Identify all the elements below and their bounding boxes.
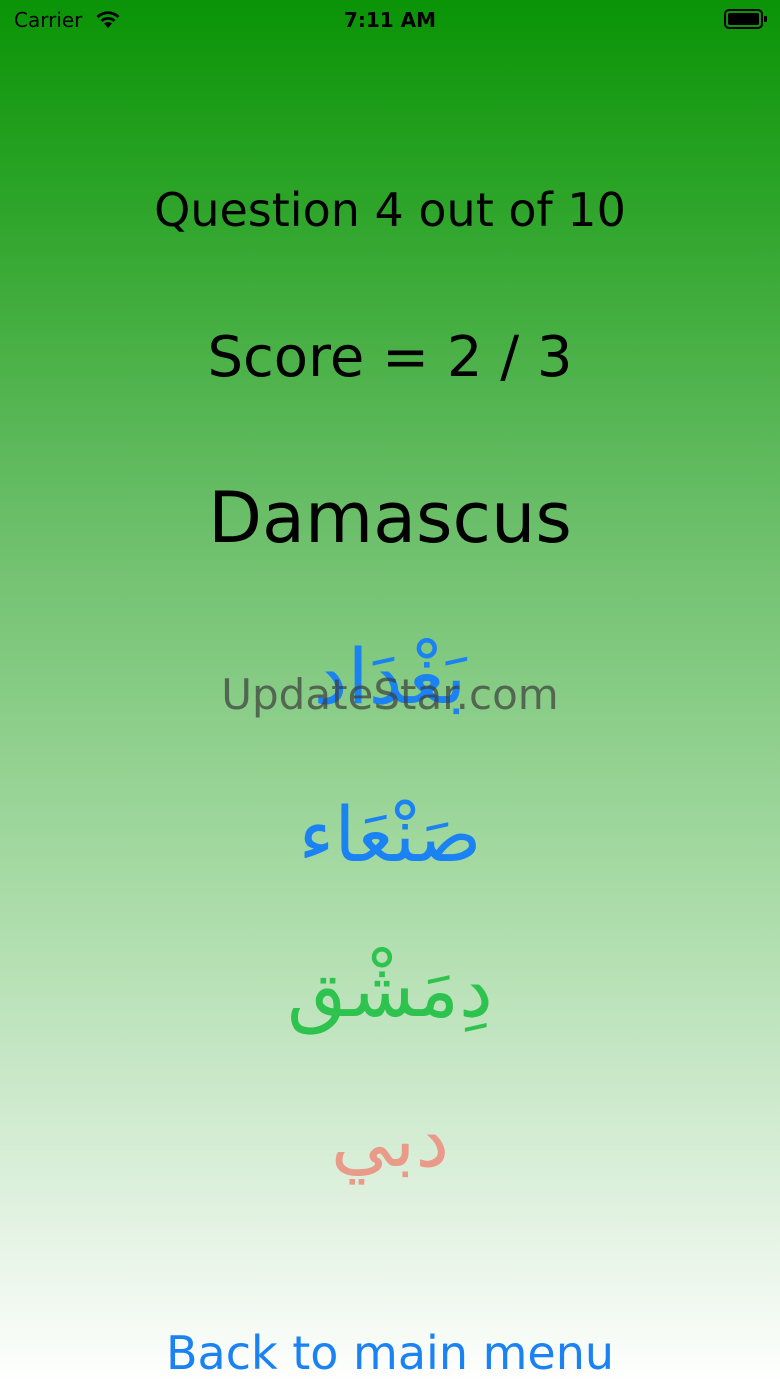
question-progress: Question 4 out of 10 <box>154 183 626 237</box>
status-bar: Carrier 7:11 AM <box>0 0 780 40</box>
answer-option-sanaa[interactable]: صَنْعَاء <box>190 780 590 890</box>
answer-option-dubai[interactable]: دبي <box>190 1085 590 1195</box>
back-to-main-menu-button[interactable]: Back to main menu <box>0 1326 780 1380</box>
city-name: Damascus <box>208 477 572 559</box>
score-label: Score = 2 / 3 <box>207 325 573 390</box>
answer-option-baghdad[interactable]: بَغْدَاد <box>190 622 590 732</box>
battery-icon <box>724 9 767 29</box>
status-time: 7:11 AM <box>343 8 437 32</box>
answer-option-damascus[interactable]: دِمَشْق <box>190 935 590 1045</box>
